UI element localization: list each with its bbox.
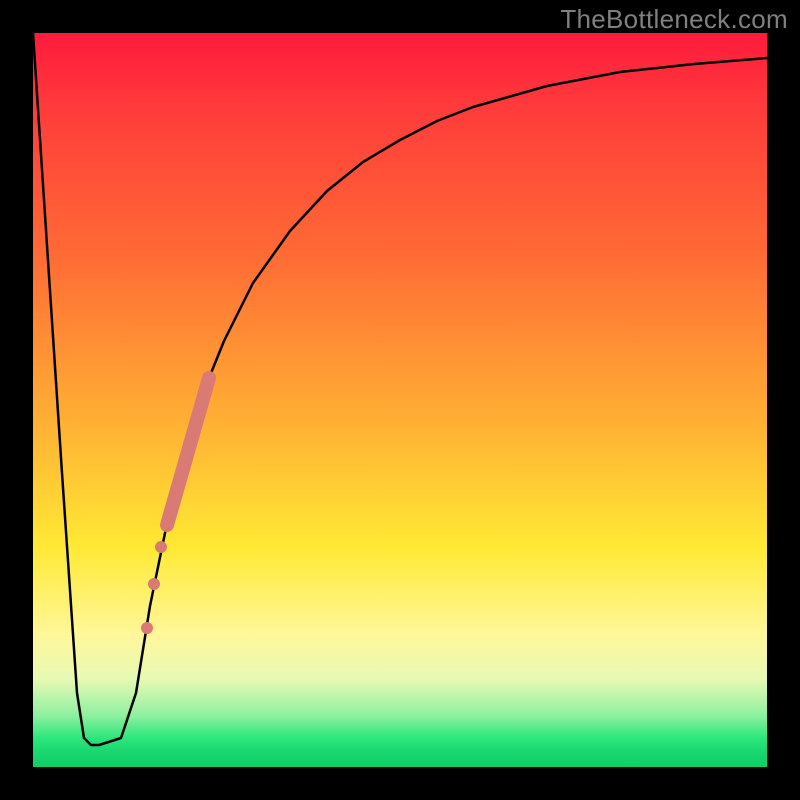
highlight-dot: [141, 622, 153, 634]
plot-area: [33, 33, 767, 767]
highlight-dot: [148, 578, 160, 590]
highlight-dot: [155, 541, 167, 553]
watermark-text: TheBottleneck.com: [560, 4, 788, 35]
highlight-thick-segment: [167, 378, 209, 525]
curve-svg: [33, 33, 767, 767]
bottleneck-curve: [33, 33, 767, 745]
chart-frame: TheBottleneck.com: [0, 0, 800, 800]
